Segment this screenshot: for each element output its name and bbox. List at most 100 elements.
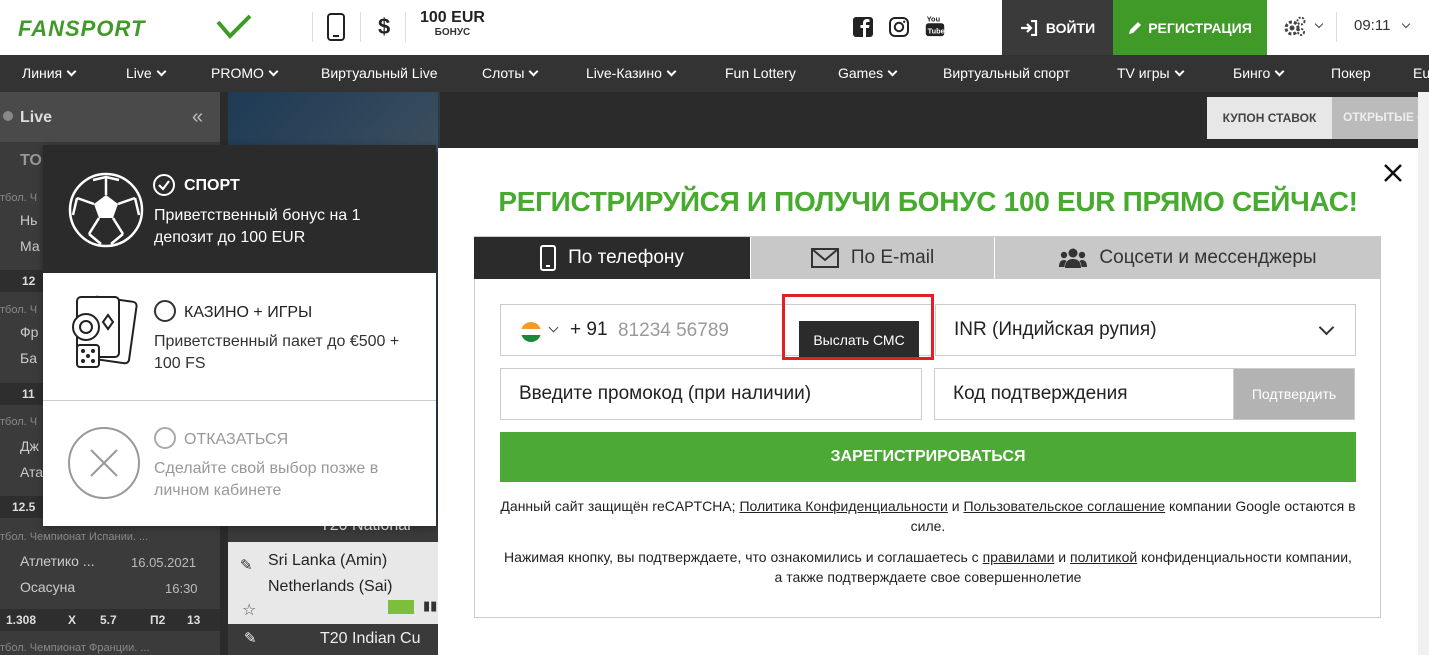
nav-item-live-casino[interactable]: Live-Казино xyxy=(586,65,677,81)
bonus-option-casino[interactable]: КАЗИНО + ИГРЫ Приветственный пакет до €5… xyxy=(43,273,436,400)
nav-label: Бинго xyxy=(1233,65,1271,81)
nav-label: Покер xyxy=(1331,65,1371,81)
star-icon[interactable]: ☆ xyxy=(242,600,256,620)
chevron-down-icon xyxy=(1318,319,1335,336)
nav-label: Live xyxy=(126,65,152,81)
register-header-button[interactable]: РЕГИСТРАЦИЯ xyxy=(1113,0,1267,55)
nav-item-more[interactable]: Eu xyxy=(1413,65,1429,81)
svg-text:FANSPORT: FANSPORT xyxy=(18,16,146,41)
header-divider xyxy=(1336,12,1337,42)
india-flag-icon[interactable] xyxy=(521,322,541,342)
sidebar-odds-row[interactable]: 1.308 X 5.7 П2 13 xyxy=(0,609,220,631)
radio-casino[interactable] xyxy=(154,300,176,322)
bonus-badge[interactable]: 100 EUR БОНУС xyxy=(420,10,485,38)
privacy-policy-link[interactable]: Политика Конфиденциальности xyxy=(739,498,947,514)
chevron-down-icon xyxy=(1401,19,1410,29)
tab-by-social-label: Соцсети и мессенджеры xyxy=(1099,247,1317,268)
nav-item-bingo[interactable]: Бинго xyxy=(1233,65,1285,81)
svg-text:Tube: Tube xyxy=(928,26,945,35)
nav-item-poker[interactable]: Покер xyxy=(1331,65,1371,81)
bonus-decline-desc: Сделайте свой выбор позже в личном кабин… xyxy=(154,460,379,499)
recaptcha-notice: Данный сайт защищён reCAPTCHA; Политика … xyxy=(500,496,1356,536)
bonus-choice-panel: СПОРТ Приветственный бонус на 1 депозит … xyxy=(43,145,436,526)
legal-text: Данный сайт защищён reCAPTCHA; xyxy=(500,498,740,514)
settings-menu[interactable] xyxy=(1283,15,1324,39)
login-button[interactable]: ВОЙТИ xyxy=(1002,0,1113,55)
tab-open-bets[interactable]: ОТКРЫТЫЕ С xyxy=(1343,110,1426,124)
nav-label: Live-Казино xyxy=(586,65,662,81)
nav-item-games[interactable]: Games xyxy=(838,65,898,81)
header-divider xyxy=(405,12,406,42)
youtube-icon[interactable]: You Tube xyxy=(924,14,946,38)
legal-text: и xyxy=(947,498,964,514)
modal-title: РЕГИСТРИРУЙСЯ И ПОЛУЧИ БОНУС 100 EUR ПРЯ… xyxy=(498,186,1358,217)
phone-icon[interactable] xyxy=(327,13,345,41)
tab-bet-slip[interactable]: КУПОН СТАВОК xyxy=(1207,97,1332,139)
dollar-icon[interactable]: $ xyxy=(378,14,390,40)
bonus-option-sport[interactable]: СПОРТ Приветственный бонус на 1 депозит … xyxy=(43,145,436,273)
chevron-down-icon xyxy=(156,66,167,77)
chevron-down-icon[interactable] xyxy=(548,322,559,333)
register-header-label: РЕГИСТРАЦИЯ xyxy=(1148,19,1252,36)
policy-link[interactable]: политикой xyxy=(1070,549,1137,565)
nav-item-virtual-live[interactable]: Виртуальный Live xyxy=(321,65,437,81)
nav-label: PROMO xyxy=(211,65,264,81)
main-nav: Линия Live PROMO Виртуальный Live Слоты … xyxy=(0,55,1429,92)
stats-icon[interactable]: ▮▮ xyxy=(423,598,437,614)
nav-item-promo[interactable]: PROMO xyxy=(211,65,279,81)
bonus-casino-desc: Приветственный пакет до €500 + 100 FS xyxy=(154,333,400,372)
odds-label: П2 xyxy=(150,613,166,627)
confirmation-code-input[interactable] xyxy=(934,368,1233,420)
nav-item-virtual-sport[interactable]: Виртуальный спорт xyxy=(943,65,1070,81)
match-row[interactable]: ✎ T20 Indian Cu xyxy=(228,624,438,655)
currency-value: INR (Индийская рупия) xyxy=(954,319,1157,340)
fansport-logo[interactable]: FANSPORT xyxy=(18,14,253,42)
checked-radio-icon[interactable] xyxy=(152,173,176,197)
consent-notice: Нажимая кнопку, вы подтверждаете, что оз… xyxy=(500,547,1356,587)
nav-item-fun-lottery[interactable]: Fun Lottery xyxy=(725,65,796,81)
chevron-down-icon xyxy=(66,66,77,77)
register-button[interactable]: ЗАРЕГИСТРИРОВАТЬСЯ xyxy=(500,432,1356,482)
nav-label: Линия xyxy=(22,65,63,81)
confirm-code-button[interactable]: Подтвердить xyxy=(1233,368,1355,420)
chevron-down-icon xyxy=(1174,66,1185,77)
rules-link[interactable]: правилами xyxy=(983,549,1055,565)
header-divider xyxy=(360,12,361,42)
collapse-icon[interactable]: « xyxy=(192,106,203,129)
currency-select[interactable]: INR (Индийская рупия) xyxy=(935,304,1356,356)
soccer-ball-icon xyxy=(68,172,144,248)
instagram-icon[interactable] xyxy=(888,14,910,38)
promo-code-input[interactable] xyxy=(500,368,922,420)
cricket-icon: ✎ xyxy=(244,630,257,647)
chevron-down-icon xyxy=(1274,66,1285,77)
match-row[interactable]: ✎ Sri Lanka (Amin) Netherlands (Sai) ☆ ▮… xyxy=(228,542,438,624)
terms-link[interactable]: Пользовательское соглашение xyxy=(963,498,1165,514)
right-panel-bg xyxy=(1418,92,1429,655)
bonus-sport-title: СПОРТ xyxy=(184,177,240,194)
nav-item-slots[interactable]: Слоты xyxy=(482,65,539,81)
promo-banner[interactable] xyxy=(228,92,438,152)
legal-text: Нажимая кнопку, вы подтверждаете, что оз… xyxy=(504,549,983,565)
sidebar-league: тбол. Чемпионат Испании. ... xyxy=(0,531,149,543)
tab-by-phone[interactable]: По телефону xyxy=(474,237,750,279)
facebook-icon[interactable] xyxy=(852,14,874,38)
sidebar-live-label: Live xyxy=(20,109,53,126)
nav-item-live[interactable]: Live xyxy=(126,65,167,81)
chevron-down-icon xyxy=(268,66,279,77)
phone-input[interactable] xyxy=(618,317,788,345)
radio-decline[interactable] xyxy=(154,427,176,449)
pin-icon[interactable]: ✎ xyxy=(240,556,253,574)
login-label: ВОЙТИ xyxy=(1045,19,1096,36)
tab-by-email[interactable]: По E-mail xyxy=(751,237,994,279)
tab-by-social[interactable]: Соцсети и мессенджеры xyxy=(995,237,1381,279)
site-header: FANSPORT $ 100 EUR БОНУС You Tube ВОЙТИ xyxy=(0,0,1429,55)
match-title: T20 Indian Cu xyxy=(320,630,421,647)
bonus-option-decline[interactable]: ОТКАЗАТЬСЯ Сделайте свой выбор позже в л… xyxy=(43,401,436,526)
nav-item-line[interactable]: Линия xyxy=(22,65,77,81)
nav-item-tv-games[interactable]: TV игры xyxy=(1117,65,1185,81)
pencil-icon xyxy=(1129,21,1142,34)
close-icon[interactable] xyxy=(1380,160,1406,186)
clock-time: 09:11 xyxy=(1354,17,1391,34)
gear-icon xyxy=(1284,16,1306,36)
clock-display[interactable]: 09:11 xyxy=(1354,17,1410,34)
